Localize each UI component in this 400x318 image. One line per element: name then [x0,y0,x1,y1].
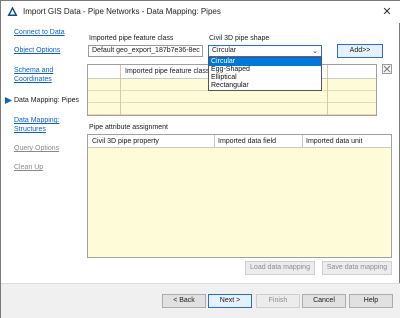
add-button[interactable]: Add>> [337,44,383,58]
pipe-shape-dropdown-list: Circular Egg-Shaped Elliptical Rectangul… [208,57,322,91]
nav-data-mapping-structures[interactable]: Data Mapping: Structures [14,116,84,134]
nav-query-options[interactable]: Query Options [14,144,84,153]
attribute-section-label: Pipe attribute assignment [89,124,168,131]
nav-object-options[interactable]: Object Options [14,46,84,55]
attribute-table-header: Civil 3D pipe property Imported data fie… [88,135,391,148]
pipe-shape-combo[interactable]: Circular ⌄ [208,45,322,57]
load-data-mapping-button[interactable]: Load data mapping [245,261,315,275]
grid-options-icon[interactable] [382,64,392,74]
help-button[interactable]: Help [349,294,393,308]
column-divider [327,65,328,115]
window-title: Import GIS Data - Pipe Networks - Data M… [23,7,221,16]
column-header-feature-class: Imported pipe feature class [125,68,210,75]
option-egg-shaped[interactable]: Egg-Shaped [209,66,321,74]
column-divider [302,135,303,148]
autodesk-app-icon [7,6,18,16]
nav-data-mapping-pipes[interactable]: Data Mapping: Pipes [14,96,84,105]
finish-button[interactable]: Finish [256,294,300,308]
back-button[interactable]: < Back [162,294,206,308]
chevron-down-icon: ⌄ [312,48,318,55]
attribute-table[interactable]: Civil 3D pipe property Imported data fie… [87,134,392,258]
close-button[interactable]: ✕ [379,4,395,20]
option-rectangular[interactable]: Rectangular [209,82,321,90]
column-divider [214,135,215,148]
feature-class-value: Default geo_export_187b7e36-8ec [92,47,200,54]
wizard-nav: Connect to Data Object Options Schema an… [1,23,85,283]
column-header-property: Civil 3D pipe property [92,138,159,145]
nav-clean-up[interactable]: Clean Up [14,163,84,172]
pipe-shape-label: Civil 3D pipe shape [209,35,270,42]
import-gis-dialog: Import GIS Data - Pipe Networks - Data M… [0,0,400,318]
option-elliptical[interactable]: Elliptical [209,74,321,82]
feature-class-label: Imported pipe feature class [89,35,174,42]
feature-class-combo[interactable]: Default geo_export_187b7e36-8ec [88,45,203,57]
nav-connect-to-data[interactable]: Connect to Data [14,28,84,37]
column-divider [120,65,121,115]
column-header-data-unit: Imported data unit [306,138,363,145]
save-data-mapping-button[interactable]: Save data mapping [322,261,392,275]
arrow-right-icon [5,97,12,104]
option-circular[interactable]: Circular [209,58,321,66]
cancel-button[interactable]: Cancel [302,294,346,308]
table-row[interactable] [88,103,376,115]
pipe-shape-value: Circular [212,47,237,54]
title-bar: Import GIS Data - Pipe Networks - Data M… [1,1,400,23]
wizard-footer: < Back Next > Finish Cancel Help [1,283,400,318]
nav-schema-and-coordinates[interactable]: Schema and Coordinates [14,66,84,84]
column-header-data-field: Imported data field [218,138,276,145]
next-button[interactable]: Next > [208,294,252,308]
table-row[interactable] [88,91,376,103]
